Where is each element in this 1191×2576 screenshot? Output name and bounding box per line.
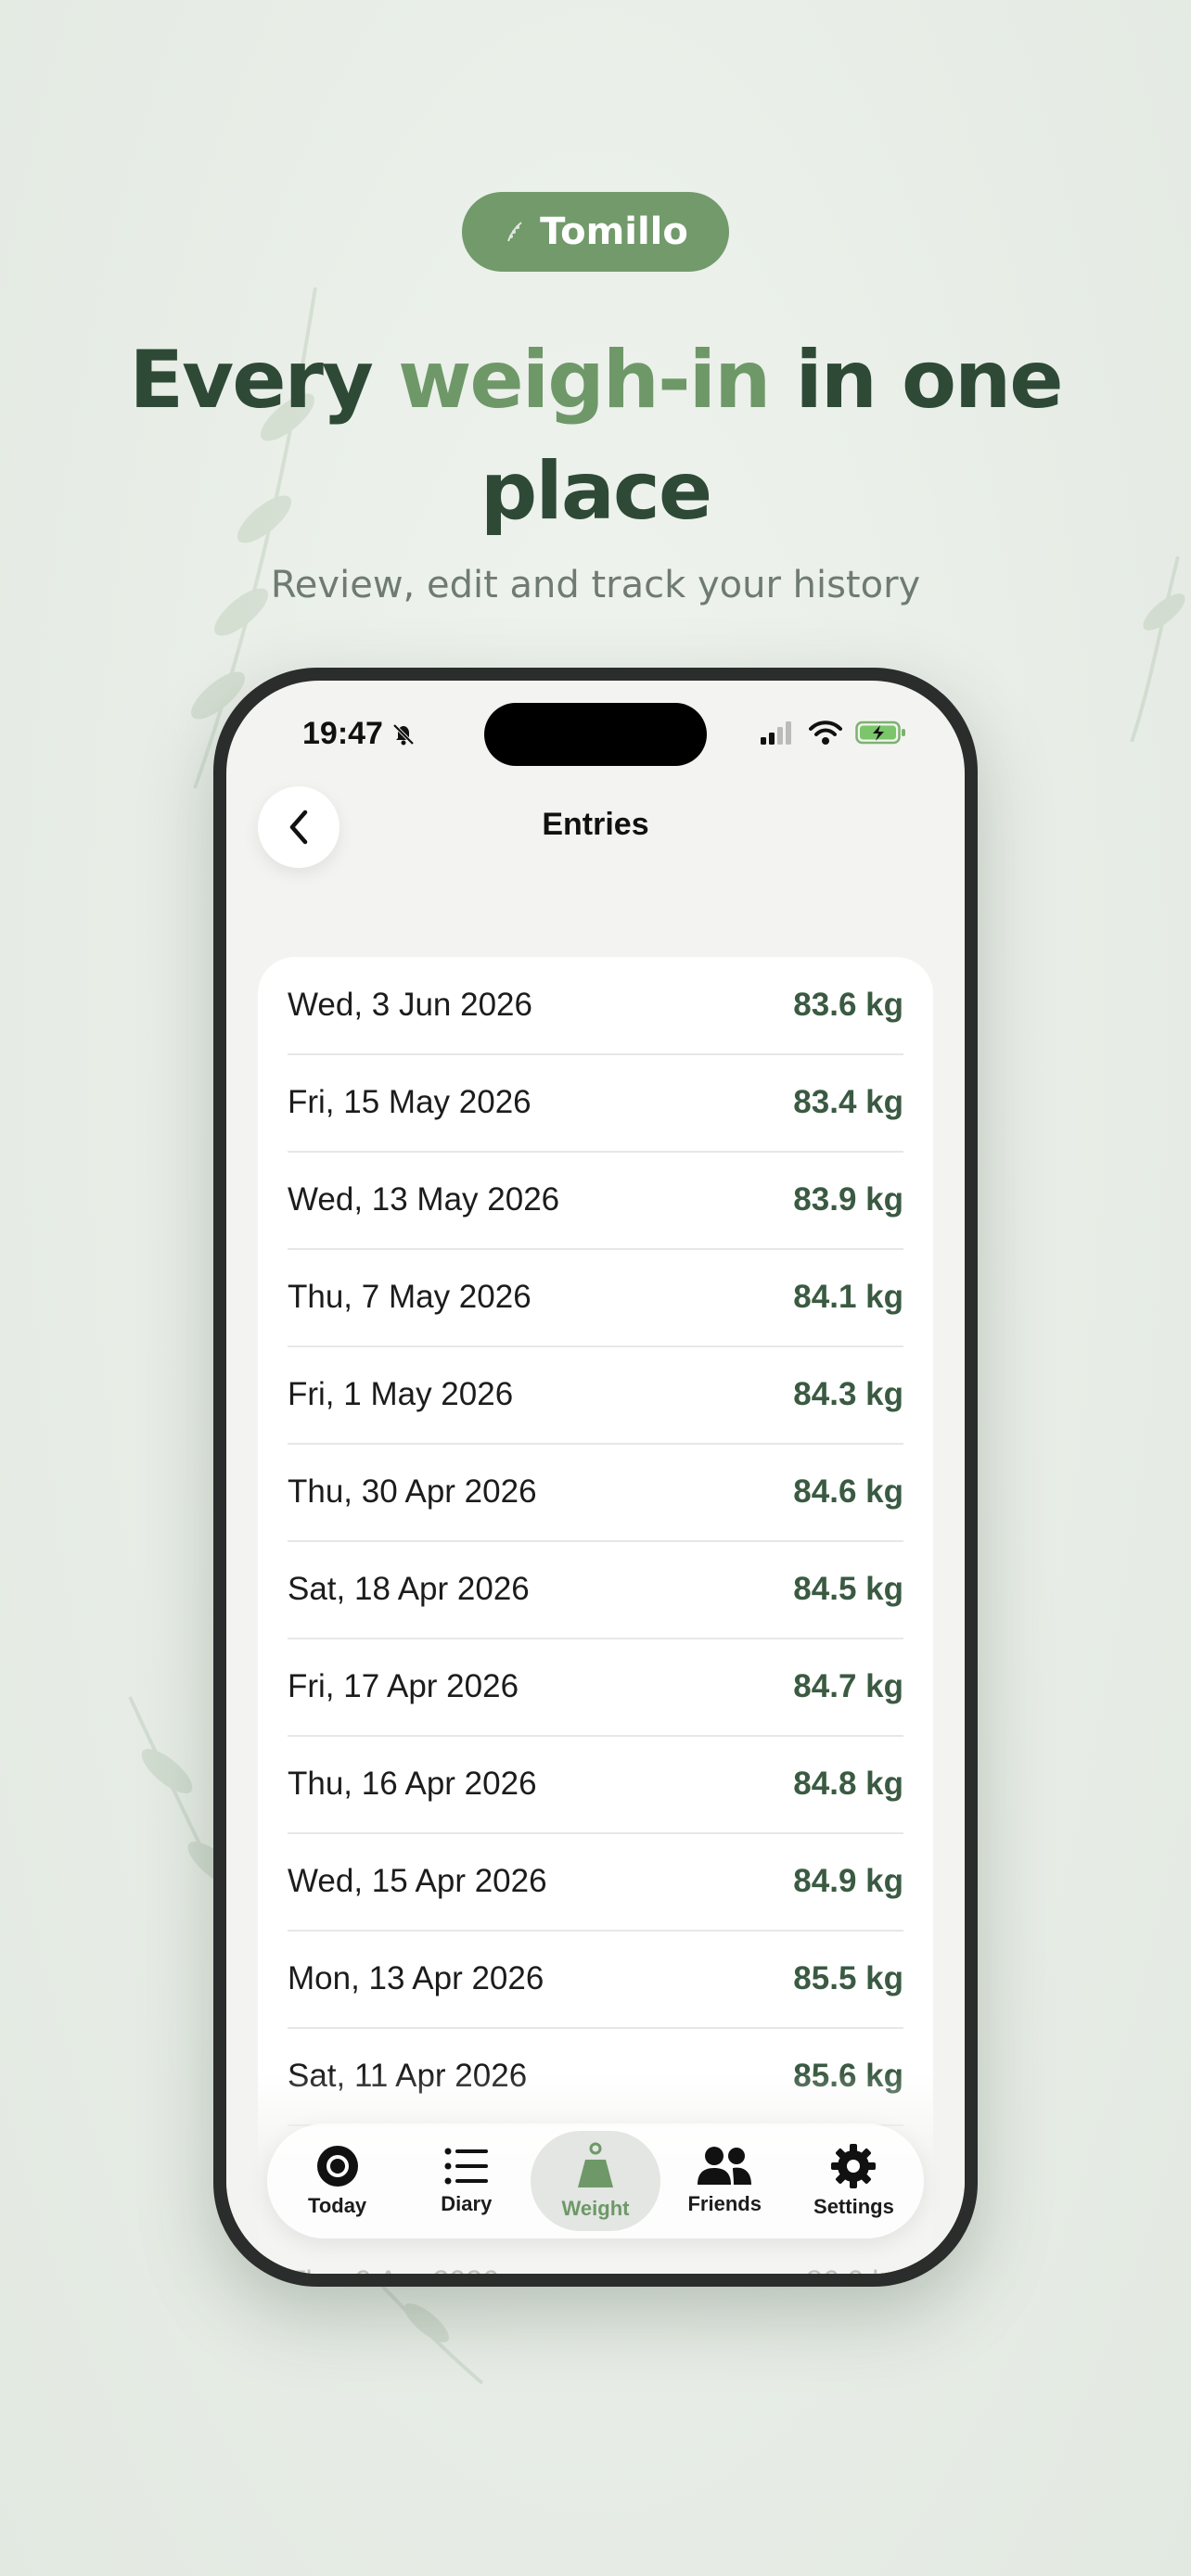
entry-row-partial[interactable]: Thu, 9 Apr 2026 86.0 kg <box>288 2264 903 2274</box>
tab-today[interactable]: Today <box>273 2131 402 2231</box>
entry-weight: 84.6 kg <box>793 1473 903 1510</box>
entry-weight: 86.0 kg <box>806 2264 903 2274</box>
brand-label: Tomillo <box>540 210 688 253</box>
tab-label: Friends <box>687 2192 762 2215</box>
entry-weight: 84.1 kg <box>793 1279 903 1315</box>
entry-row[interactable]: Wed, 13 May 2026 83.9 kg <box>288 1152 903 1250</box>
gear-icon <box>831 2144 877 2188</box>
tab-settings[interactable]: Settings <box>789 2131 918 2231</box>
entry-row[interactable]: Thu, 7 May 2026 84.1 kg <box>288 1249 903 1347</box>
entry-date: Thu, 30 Apr 2026 <box>288 1473 537 1510</box>
entry-date: Wed, 15 Apr 2026 <box>288 1863 547 1899</box>
entry-row[interactable]: Thu, 16 Apr 2026 84.8 kg <box>288 1736 903 1834</box>
tab-label: Settings <box>813 2195 894 2218</box>
entry-weight: 83.6 kg <box>793 987 903 1023</box>
entry-date: Wed, 13 May 2026 <box>288 1181 560 1218</box>
headline: Every weigh-in in one place <box>93 325 1098 547</box>
subheadline: Review, edit and track your history <box>270 564 921 606</box>
nav-title: Entries <box>542 807 649 842</box>
tab-bar: Today Diary Weight Friends Settings <box>267 2123 924 2238</box>
entry-weight: 84.3 kg <box>793 1376 903 1412</box>
entry-date: Thu, 9 Apr 2026 <box>288 2264 499 2274</box>
brand-badge: Tomillo <box>462 192 729 272</box>
signal-icon <box>761 721 791 745</box>
entry-weight: 84.9 kg <box>793 1863 903 1899</box>
phone-frame: 19:47 Entries Wed, 3 Jun 2026 83.6 kg Fr… <box>213 668 978 2287</box>
background-leaf-icon <box>1130 556 1185 742</box>
entry-row[interactable]: Mon, 13 Apr 2026 85.5 kg <box>288 1931 903 2029</box>
entry-weight: 85.5 kg <box>793 1960 903 1996</box>
kettlebell-icon <box>578 2142 613 2187</box>
status-icons <box>759 720 907 746</box>
people-icon <box>698 2147 752 2185</box>
entry-weight: 84.8 kg <box>793 1766 903 1802</box>
tab-label: Today <box>308 2194 367 2217</box>
tab-label: Weight <box>561 2197 630 2220</box>
dynamic-island <box>484 703 707 766</box>
entry-date: Thu, 7 May 2026 <box>288 1279 531 1315</box>
entry-date: Mon, 13 Apr 2026 <box>288 1960 544 1996</box>
entry-date: Fri, 15 May 2026 <box>288 1084 531 1120</box>
entry-date: Fri, 17 Apr 2026 <box>288 1668 519 1704</box>
battery-charging-icon <box>855 721 905 745</box>
phone-screen: 19:47 Entries Wed, 3 Jun 2026 83.6 kg Fr… <box>226 681 965 2274</box>
list-icon <box>444 2148 488 2185</box>
tab-weight[interactable]: Weight <box>531 2131 660 2231</box>
bell-slash-icon <box>392 723 415 745</box>
entry-row[interactable]: Thu, 30 Apr 2026 84.6 kg <box>288 1444 903 1542</box>
entry-weight: 84.5 kg <box>793 1571 903 1607</box>
tab-friends[interactable]: Friends <box>660 2131 789 2231</box>
status-time-text: 19:47 <box>302 716 383 751</box>
entry-row[interactable]: Fri, 15 May 2026 83.4 kg <box>288 1054 903 1153</box>
target-icon <box>316 2146 358 2187</box>
entry-date: Wed, 3 Jun 2026 <box>288 987 532 1023</box>
tab-diary[interactable]: Diary <box>402 2131 531 2231</box>
status-time: 19:47 <box>302 716 416 752</box>
entry-weight: 83.9 kg <box>793 1181 903 1218</box>
entry-date: Sat, 18 Apr 2026 <box>288 1571 530 1607</box>
entry-row[interactable]: Wed, 3 Jun 2026 83.6 kg <box>288 957 903 1055</box>
entry-row[interactable]: Fri, 1 May 2026 84.3 kg <box>288 1346 903 1445</box>
entry-row[interactable]: Sat, 18 Apr 2026 84.5 kg <box>288 1541 903 1639</box>
entry-date: Fri, 1 May 2026 <box>288 1376 514 1412</box>
headline-part1: Every <box>129 334 398 427</box>
wifi-icon <box>809 721 842 745</box>
entry-weight: 84.7 kg <box>793 1668 903 1704</box>
entry-row[interactable]: Wed, 15 Apr 2026 84.9 kg <box>288 1833 903 1932</box>
entry-row[interactable]: Fri, 17 Apr 2026 84.7 kg <box>288 1639 903 1737</box>
leaf-icon <box>507 222 522 242</box>
tab-label: Diary <box>441 2192 493 2215</box>
entry-date: Thu, 16 Apr 2026 <box>288 1766 537 1802</box>
entry-weight: 83.4 kg <box>793 1084 903 1120</box>
headline-accent: weigh-in <box>397 334 771 427</box>
